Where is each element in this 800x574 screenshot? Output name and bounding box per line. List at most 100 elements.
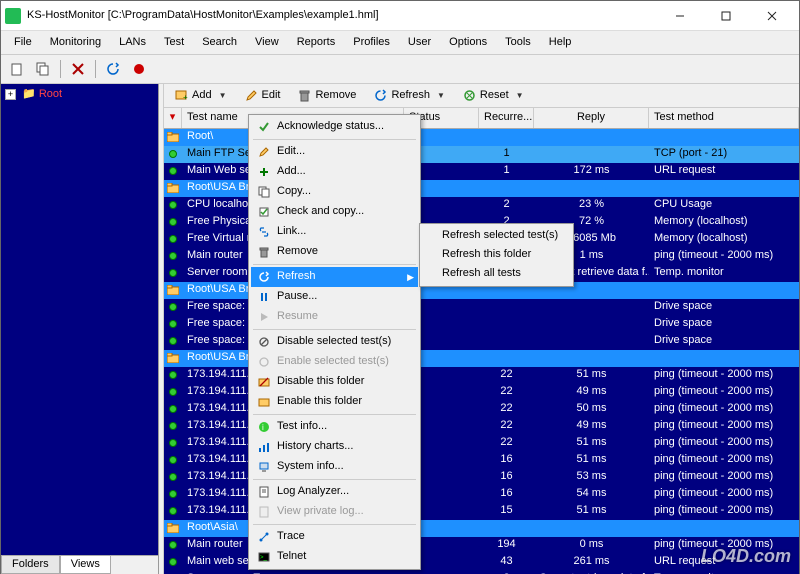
toolbar-stop-icon[interactable] [128, 58, 150, 80]
row-method: Memory (localhost) [649, 214, 799, 229]
ctx-edit[interactable]: Edit... [251, 142, 418, 162]
row-method [649, 527, 799, 529]
ctx-refresh[interactable]: Refresh▶ [251, 267, 418, 287]
col-method[interactable]: Test method [649, 108, 799, 127]
menu-reports[interactable]: Reports [290, 33, 343, 52]
tree-body[interactable]: + 📁 Root [1, 84, 158, 555]
test-icon [164, 454, 182, 466]
ctx-copy[interactable]: Copy... [251, 182, 418, 202]
row-recur: 1 [479, 163, 534, 178]
row-reply: 49 ms [534, 418, 649, 433]
menu-view[interactable]: View [248, 33, 286, 52]
test-icon [164, 488, 182, 500]
context-menu: Acknowledge status... Edit... Add... Cop… [248, 114, 421, 570]
row-reply [534, 289, 649, 291]
ctx-sysinfo[interactable]: System info... [251, 457, 418, 477]
minimize-button[interactable] [657, 1, 703, 31]
reset-button[interactable]: Reset▼ [456, 86, 531, 105]
row-reply [534, 187, 649, 189]
menu-profiles[interactable]: Profiles [346, 33, 397, 52]
row-method: ping (timeout - 2000 ms) [649, 486, 799, 501]
add-button[interactable]: + Add▼ [168, 86, 234, 105]
menu-test[interactable]: Test [157, 33, 191, 52]
menu-user[interactable]: User [401, 33, 438, 52]
sub-refresh-all[interactable]: Refresh all tests [422, 264, 571, 283]
row-method: Memory (localhost) [649, 231, 799, 246]
row-recur: 194 [479, 537, 534, 552]
test-icon [164, 556, 182, 568]
menu-tools[interactable]: Tools [498, 33, 538, 52]
ctx-telnet[interactable]: >_Telnet [251, 547, 418, 567]
menu-monitoring[interactable]: Monitoring [43, 33, 108, 52]
ctx-enable-folder[interactable]: Enable this folder [251, 392, 418, 412]
edit-button[interactable]: Edit [238, 86, 288, 105]
title-bar: KS-HostMonitor [C:\ProgramData\HostMonit… [1, 1, 799, 31]
row-method: ping (timeout - 2000 ms) [649, 452, 799, 467]
row-recur [479, 323, 534, 325]
col-flag[interactable]: ▾ [164, 108, 182, 127]
folder-icon [164, 182, 182, 194]
test-icon [164, 199, 182, 211]
toolbar-copy-icon[interactable] [32, 58, 54, 80]
ctx-checkcopy[interactable]: Check and copy... [251, 202, 418, 222]
maximize-button[interactable] [703, 1, 749, 31]
tree-expand-icon[interactable]: + [5, 89, 16, 100]
ctx-remove[interactable]: Remove [251, 242, 418, 262]
row-recur [479, 306, 534, 308]
test-row[interactable]: Server room: Temp2Cannot retrieve data f… [164, 571, 799, 574]
row-method [649, 187, 799, 189]
sub-refresh-selected[interactable]: Refresh selected test(s) [422, 226, 571, 245]
menu-search[interactable]: Search [195, 33, 244, 52]
folder-icon [164, 131, 182, 143]
ctx-acknowledge[interactable]: Acknowledge status... [251, 117, 418, 137]
refresh-button[interactable]: Refresh▼ [367, 86, 451, 105]
row-recur: 16 [479, 486, 534, 501]
test-icon [164, 165, 182, 177]
window-title: KS-HostMonitor [C:\ProgramData\HostMonit… [27, 9, 657, 22]
test-icon [164, 437, 182, 449]
ctx-history[interactable]: History charts... [251, 437, 418, 457]
test-icon [164, 539, 182, 551]
row-reply: 23 % [534, 197, 649, 212]
row-reply [534, 357, 649, 359]
tab-views[interactable]: Views [60, 556, 111, 574]
menu-help[interactable]: Help [542, 33, 579, 52]
ctx-loganalyzer[interactable]: Log Analyzer... [251, 482, 418, 502]
row-recur [479, 187, 534, 189]
menu-options[interactable]: Options [442, 33, 494, 52]
col-recur[interactable]: Recurre... [479, 108, 534, 127]
row-method: URL request [649, 163, 799, 178]
tab-folders[interactable]: Folders [1, 556, 60, 574]
remove-button[interactable]: Remove [291, 86, 363, 105]
pencil-icon [245, 89, 258, 102]
ctx-disable-selected[interactable]: Disable selected test(s) [251, 332, 418, 352]
toolbar-delete-icon[interactable] [67, 58, 89, 80]
row-method: ping (timeout - 2000 ms) [649, 367, 799, 382]
menu-lans[interactable]: LANs [112, 33, 153, 52]
ctx-test-info[interactable]: iTest info... [251, 417, 418, 437]
menu-file[interactable]: File [7, 33, 39, 52]
folder-icon [164, 284, 182, 296]
test-icon [164, 318, 182, 330]
row-recur [479, 136, 534, 138]
ctx-add[interactable]: Add... [251, 162, 418, 182]
test-icon [164, 471, 182, 483]
toolbar-refresh-icon[interactable] [102, 58, 124, 80]
toolbar-new-icon[interactable] [6, 58, 28, 80]
col-reply[interactable]: Reply [534, 108, 649, 127]
row-recur: 16 [479, 469, 534, 484]
row-reply: 51 ms [534, 503, 649, 518]
close-button[interactable] [749, 1, 795, 31]
ctx-pause[interactable]: Pause... [251, 287, 418, 307]
ctx-trace[interactable]: Trace [251, 527, 418, 547]
row-reply: 50 ms [534, 401, 649, 416]
ctx-link[interactable]: Link... [251, 222, 418, 242]
sub-refresh-folder[interactable]: Refresh this folder [422, 245, 571, 264]
row-reply: 51 ms [534, 367, 649, 382]
row-reply [534, 323, 649, 325]
row-method: ping (timeout - 2000 ms) [649, 418, 799, 433]
tree-root[interactable]: Root [39, 88, 62, 100]
ctx-disable-folder[interactable]: Disable this folder [251, 372, 418, 392]
row-method: ping (timeout - 2000 ms) [649, 384, 799, 399]
ctx-enable-selected: Enable selected test(s) [251, 352, 418, 372]
